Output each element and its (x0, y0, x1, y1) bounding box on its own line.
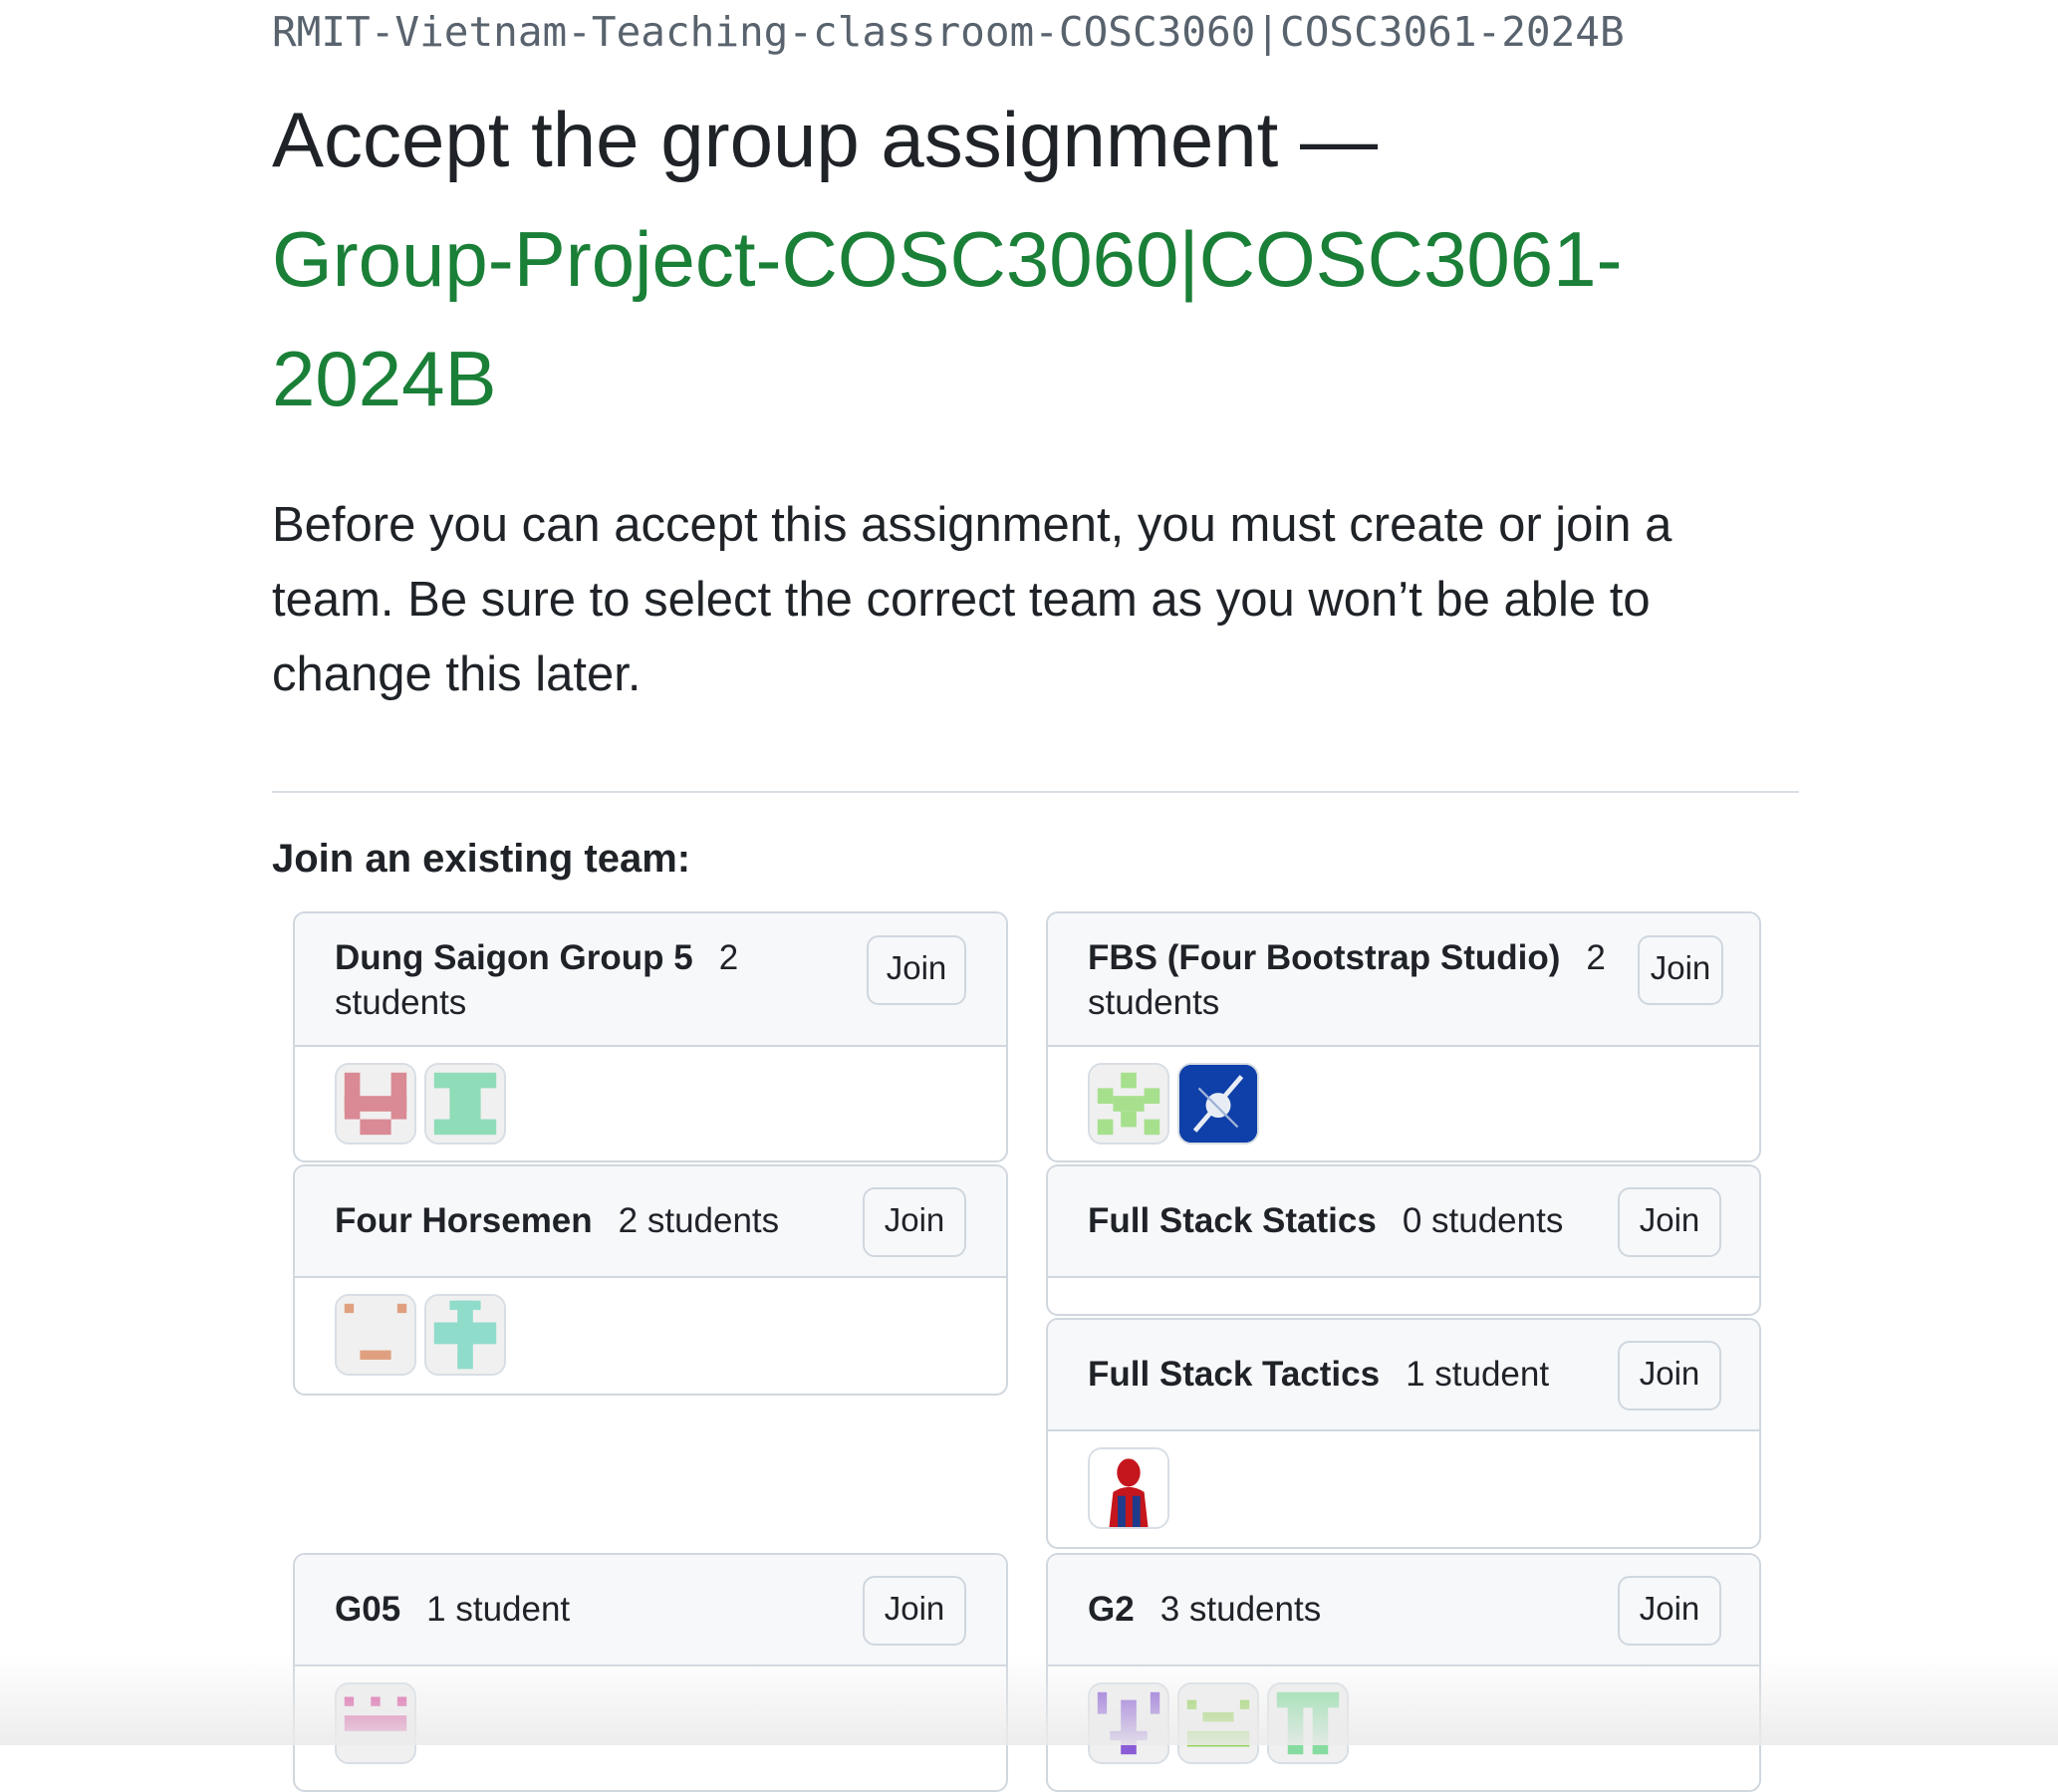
team-member-count: 1 student (426, 1590, 571, 1629)
team-member-count: 3 students (1159, 1590, 1322, 1629)
avatar[interactable] (1088, 1447, 1169, 1529)
divider (272, 791, 1799, 793)
team-name: Four Horsemen (335, 1201, 593, 1240)
join-team-button[interactable]: Join (1638, 935, 1723, 1005)
team-name: FBS (Four Bootstrap Studio) (1088, 938, 1561, 977)
avatar[interactable] (424, 1063, 506, 1145)
team-name: Full Stack Statics (1088, 1201, 1377, 1240)
team-card-header: Full Stack Statics 0 students Join (1048, 1166, 1759, 1278)
avatar[interactable] (1177, 1682, 1259, 1764)
team-name: Dung Saigon Group 5 (335, 938, 693, 977)
team-name: G2 (1088, 1590, 1135, 1629)
team-card: Full Stack Tactics 1 student Join (1046, 1318, 1761, 1549)
team-card-header: FBS (Four Bootstrap Studio) 2 students Jo… (1048, 913, 1759, 1047)
team-card: Full Stack Statics 0 students Join (1046, 1164, 1761, 1316)
title-prefix: Accept the group assignment — (272, 96, 1378, 183)
join-team-button[interactable]: Join (1618, 1187, 1721, 1257)
team-card-header: G05 1 student Join (295, 1555, 1006, 1666)
team-member-count: 2 students (618, 1201, 780, 1240)
avatar[interactable] (1088, 1682, 1169, 1764)
team-name: G05 (335, 1590, 401, 1629)
avatar[interactable] (1177, 1063, 1259, 1145)
team-name: Full Stack Tactics (1088, 1355, 1381, 1394)
team-member-count: 0 students (1402, 1201, 1564, 1240)
assignment-link[interactable]: Group-Project-COSC3060|COSC3061-2024B (272, 215, 1622, 422)
join-team-heading: Join an existing team: (272, 837, 691, 881)
avatar[interactable] (335, 1682, 416, 1764)
team-card: Dung Saigon Group 52 students Join (293, 911, 1008, 1162)
org-name[interactable]: RMIT-Vietnam-Teaching-classroom-COSC3060… (272, 8, 1625, 56)
team-card: G2 3 students Join (1046, 1553, 1761, 1792)
join-team-button[interactable]: Join (867, 935, 966, 1005)
join-team-button[interactable]: Join (1618, 1576, 1721, 1646)
page-title: Accept the group assignment — Group-Proj… (272, 80, 1786, 438)
team-card: Four Horsemen 2 students Join (293, 1164, 1008, 1396)
team-card-header: G2 3 students Join (1048, 1555, 1759, 1666)
join-team-button[interactable]: Join (863, 1576, 966, 1646)
team-card-header: Dung Saigon Group 52 students Join (295, 913, 1006, 1047)
team-card-header: Four Horsemen 2 students Join (295, 1166, 1006, 1278)
avatar[interactable] (335, 1294, 416, 1376)
team-card: FBS (Four Bootstrap Studio) 2 students Jo… (1046, 911, 1761, 1162)
avatar[interactable] (335, 1063, 416, 1145)
team-card-header: Full Stack Tactics 1 student Join (1048, 1320, 1759, 1431)
avatar[interactable] (1267, 1682, 1349, 1764)
avatar[interactable] (1088, 1063, 1169, 1145)
team-member-count: 1 student (1406, 1355, 1550, 1394)
join-team-button[interactable]: Join (863, 1187, 966, 1257)
team-card: G05 1 student Join (293, 1553, 1008, 1792)
avatar[interactable] (424, 1294, 506, 1376)
join-team-button[interactable]: Join (1618, 1341, 1721, 1410)
intro-text: Before you can accept this assignment, y… (272, 498, 1672, 701)
